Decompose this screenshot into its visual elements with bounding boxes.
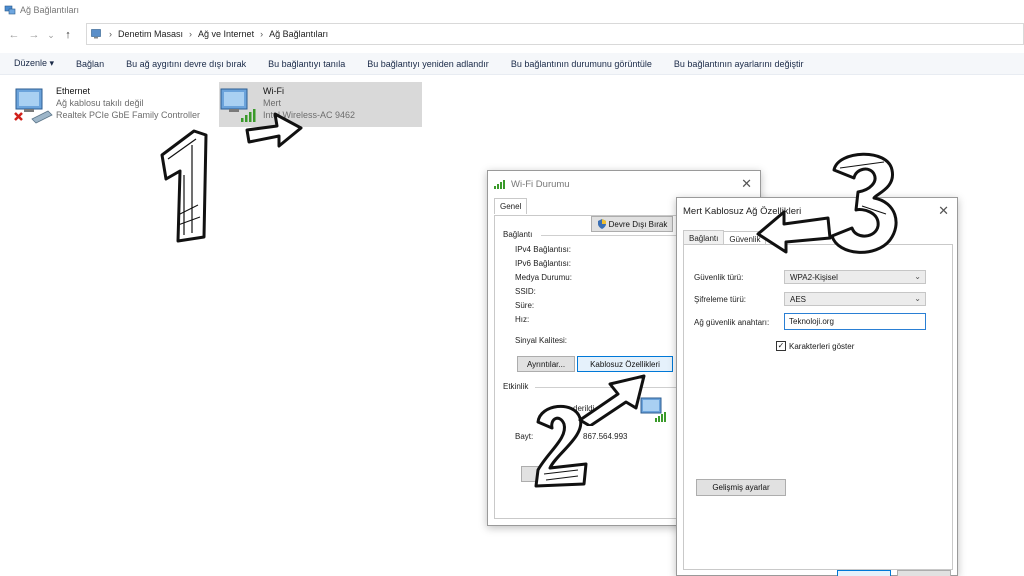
forward-arrow-icon[interactable]: → <box>24 29 44 41</box>
media-state-label: Medya Durumu: <box>515 273 572 282</box>
address-bar[interactable]: › Denetim Masası › Ağ ve Internet › Ağ B… <box>86 23 1024 45</box>
connection-section-label: Bağlantı <box>503 230 533 239</box>
dialog-titlebar: Wi-Fi Durumu ✕ <box>488 171 760 197</box>
recent-locations-icon[interactable]: ⌄ <box>44 30 58 41</box>
view-status-button[interactable]: Bu bağlantının durumunu görüntüle <box>500 59 663 69</box>
disable-device-button[interactable]: Bu ağ aygıtını devre dışı bırak <box>115 59 257 69</box>
arrow-1-annotation <box>245 112 303 148</box>
connect-button[interactable]: Bağlan <box>65 59 115 69</box>
ethernet-adapter[interactable]: Ethernet Ağ kablosu takılı değil Realtek… <box>14 85 214 127</box>
ssid-label: SSID: <box>515 287 536 296</box>
tab-general[interactable]: Genel <box>494 198 528 214</box>
security-type-label: Güvenlik türü: <box>694 273 744 282</box>
chevron-down-icon: ⌄ <box>914 294 921 303</box>
ok-button[interactable] <box>837 570 891 576</box>
close-icon[interactable]: ✕ <box>938 203 949 219</box>
step-1-annotation <box>160 129 208 243</box>
adapter-device: Realtek PCIe GbE Family Controller <box>56 110 201 120</box>
step-3-annotation <box>830 152 898 254</box>
ipv4-label: IPv4 Bağlantısı: <box>515 245 572 254</box>
signal-quality-label: Sinyal Kalitesi: <box>515 336 568 345</box>
checkmark-icon: ✓ <box>776 341 786 351</box>
security-type-select[interactable]: WPA2-Kişisel ⌄ <box>784 270 926 284</box>
close-icon[interactable]: ✕ <box>741 176 752 192</box>
show-characters-label: Karakterleri göster <box>789 341 855 351</box>
arrow-3-annotation <box>756 210 832 254</box>
back-arrow-icon[interactable]: ← <box>4 29 24 41</box>
window-titlebar: Ağ Bağlantıları <box>0 0 1024 20</box>
rename-button[interactable]: Bu bağlantıyı yeniden adlandır <box>356 59 500 69</box>
chevron-down-icon: ⌄ <box>914 272 921 281</box>
security-panel: Güvenlik türü: WPA2-Kişisel ⌄ Şifreleme … <box>683 244 953 570</box>
breadcrumb-network-internet[interactable]: Ağ ve Internet <box>198 29 254 39</box>
security-type-value: WPA2-Kişisel <box>790 272 838 282</box>
organize-menu[interactable]: Düzenle ▾ <box>0 58 65 69</box>
duration-label: Süre: <box>515 301 535 310</box>
details-button[interactable]: Ayrıntılar... <box>517 356 575 372</box>
encryption-type-select[interactable]: AES ⌄ <box>784 292 926 306</box>
security-key-label: Ağ güvenlik anahtarı: <box>694 318 770 327</box>
network-connections-icon <box>4 5 16 15</box>
show-characters-checkbox[interactable]: ✓ Karakterleri göster <box>776 341 854 351</box>
disable-button-label: Devre Dışı Bırak <box>608 219 668 229</box>
diagnose-button[interactable]: Bu bağlantıyı tanıla <box>257 59 356 69</box>
disable-button[interactable]: Devre Dışı Bırak <box>591 216 673 232</box>
address-row: ← → ⌄ ↑ › Denetim Masası › Ağ ve Interne… <box>0 22 1024 48</box>
dialog-title: Wi-Fi Durumu <box>511 178 570 190</box>
command-bar: Düzenle ▾ Bağlan Bu ağ aygıtını devre dı… <box>0 53 1024 75</box>
advanced-settings-button[interactable]: Gelişmiş ayarlar <box>696 479 786 496</box>
change-settings-button[interactable]: Bu bağlantının ayarlarını değiştir <box>663 59 815 69</box>
arrow-2-annotation <box>578 374 646 426</box>
breadcrumb-separator: › <box>189 29 193 39</box>
signal-bars-icon <box>494 180 505 189</box>
adapter-status: Ağ kablosu takılı değil <box>56 98 144 108</box>
activity-section-label: Etkinlik <box>503 382 529 391</box>
cancel-button[interactable] <box>897 570 951 576</box>
ethernet-adapter-icon <box>14 88 53 124</box>
breadcrumb-network-connections[interactable]: Ağ Bağlantıları <box>269 29 328 39</box>
breadcrumb-control-panel[interactable]: Denetim Masası <box>118 29 183 39</box>
breadcrumb-separator: › <box>109 29 112 39</box>
adapter-name: Wi-Fi <box>263 86 284 96</box>
up-arrow-icon[interactable]: ↑ <box>58 29 78 41</box>
window-title: Ağ Bağlantıları <box>20 5 80 15</box>
security-key-value: Teknoloji.org <box>789 317 834 326</box>
speed-label: Hız: <box>515 315 530 324</box>
ipv6-label: IPv6 Bağlantısı: <box>515 259 572 268</box>
encryption-type-label: Şifreleme türü: <box>694 295 747 304</box>
adapter-name: Ethernet <box>56 86 91 96</box>
shield-icon <box>597 219 606 229</box>
breadcrumb-separator: › <box>260 29 264 39</box>
security-key-input[interactable]: Teknoloji.org <box>784 313 926 330</box>
encryption-type-value: AES <box>790 294 807 304</box>
control-panel-icon <box>91 29 101 39</box>
